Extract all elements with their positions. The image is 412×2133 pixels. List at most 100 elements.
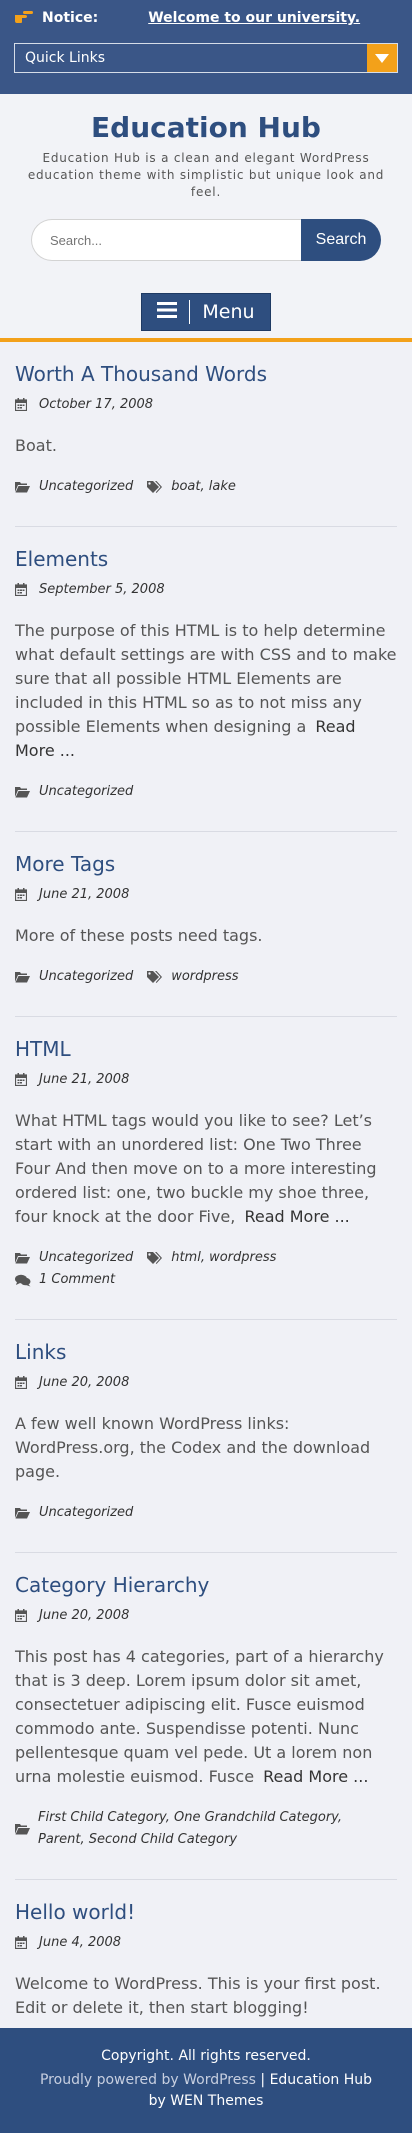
- post-date: June 4, 2008: [15, 1935, 397, 1950]
- comments-icon: [15, 1273, 31, 1287]
- site-footer: Copyright. All rights reserved. Proudly …: [0, 2028, 412, 2133]
- post-entry: Elements September 5, 2008 The purpose o…: [15, 527, 397, 832]
- footer-separator: |: [255, 2072, 270, 2088]
- calendar-icon: [15, 1376, 31, 1390]
- post-excerpt: What HTML tags would you like to see? Le…: [15, 1109, 397, 1229]
- folder-open-icon: [15, 970, 31, 984]
- calendar-icon: [15, 888, 31, 902]
- folder-open-icon: [15, 1822, 30, 1836]
- post-categories: Uncategorized: [15, 781, 133, 803]
- post-meta: Uncategorized boat, lake: [15, 476, 397, 498]
- post-entry: Links June 20, 2008 A few well known Wor…: [15, 1320, 397, 1553]
- post-entry: More Tags June 21, 2008 More of these po…: [15, 832, 397, 1017]
- post-date-link[interactable]: June 21, 2008: [39, 887, 129, 902]
- post-categories: Uncategorized: [15, 966, 133, 988]
- copyright-text: Copyright. All rights reserved.: [101, 2048, 311, 2064]
- notice-label: Notice:: [42, 10, 99, 26]
- post-meta: First Child Category, One Grandchild Cat…: [15, 1807, 397, 1851]
- post-excerpt-text: More of these posts need tags.: [15, 926, 263, 945]
- category-links[interactable]: Uncategorized: [39, 1247, 133, 1269]
- post-date: October 17, 2008: [15, 397, 397, 412]
- post-entry: HTML June 21, 2008 What HTML tags would …: [15, 1017, 397, 1320]
- powered-by: Proudly powered by WordPress | Education…: [0, 2070, 412, 2112]
- post-tags: boat, lake: [147, 476, 236, 498]
- post-meta: Uncategorized html, wordpress 1 Comment: [15, 1247, 397, 1291]
- search-input[interactable]: [31, 219, 301, 261]
- post-date-link[interactable]: June 20, 2008: [39, 1375, 129, 1390]
- post-categories: Uncategorized: [15, 476, 133, 498]
- post-entry: Category Hierarchy June 20, 2008 This po…: [15, 1553, 397, 1880]
- post-date-link[interactable]: June 21, 2008: [39, 1072, 129, 1087]
- post-title[interactable]: Category Hierarchy: [15, 1553, 397, 1599]
- powered-by-wordpress-link[interactable]: Proudly powered by WordPress: [40, 2072, 256, 2088]
- tags-icon: [147, 970, 163, 984]
- tag-links[interactable]: boat, lake: [171, 476, 236, 498]
- post-tags: wordpress: [147, 966, 239, 988]
- hamburger-icon: [157, 301, 178, 323]
- post-title[interactable]: Elements: [15, 527, 397, 573]
- post-excerpt-text: Boat.: [15, 436, 57, 455]
- post-date-link[interactable]: June 20, 2008: [39, 1608, 129, 1623]
- search-button[interactable]: Search: [301, 219, 381, 261]
- folder-open-icon: [15, 785, 31, 799]
- post-title[interactable]: Worth A Thousand Words: [15, 342, 397, 388]
- tags-icon: [147, 1251, 163, 1265]
- post-title[interactable]: Hello world!: [15, 1880, 397, 1926]
- calendar-icon: [15, 398, 31, 412]
- folder-open-icon: [15, 480, 31, 494]
- post-title[interactable]: HTML: [15, 1017, 397, 1063]
- post-excerpt: Welcome to WordPress. This is your first…: [15, 1972, 397, 2020]
- read-more-link[interactable]: Read More ...: [244, 1207, 349, 1226]
- post-excerpt: More of these posts need tags.: [15, 924, 397, 948]
- post-comments: 1 Comment: [15, 1269, 115, 1291]
- category-links[interactable]: Uncategorized: [39, 966, 133, 988]
- calendar-icon: [15, 1609, 31, 1623]
- post-meta: Uncategorized: [15, 1502, 397, 1524]
- tag-links[interactable]: html, wordpress: [171, 1247, 276, 1269]
- post-date-link[interactable]: June 4, 2008: [39, 1935, 121, 1950]
- site-title[interactable]: Education Hub: [0, 110, 412, 146]
- category-links[interactable]: First Child Category, One Grandchild Cat…: [38, 1807, 383, 1851]
- post-title[interactable]: Links: [15, 1320, 397, 1366]
- tag-links[interactable]: wordpress: [171, 966, 238, 988]
- quick-links-label: Quick Links: [25, 50, 106, 66]
- post-title[interactable]: More Tags: [15, 832, 397, 878]
- post-excerpt-text: A few well known WordPress links: WordPr…: [15, 1414, 371, 1481]
- post-categories: Uncategorized: [15, 1502, 133, 1524]
- post-categories: First Child Category, One Grandchild Cat…: [15, 1807, 383, 1851]
- notice-row: Notice: Welcome to our university.: [14, 8, 398, 28]
- post-categories: Uncategorized: [15, 1247, 133, 1269]
- post-date: September 5, 2008: [15, 582, 397, 597]
- pointing-hand-icon: [14, 10, 36, 26]
- notice-link[interactable]: Welcome to our university.: [148, 10, 360, 26]
- category-links[interactable]: Uncategorized: [39, 1502, 133, 1524]
- caret-down-icon[interactable]: [367, 44, 397, 72]
- post-excerpt-text: Welcome to WordPress. This is your first…: [15, 1974, 381, 2017]
- comments-link[interactable]: 1 Comment: [39, 1269, 115, 1291]
- calendar-icon: [15, 1936, 31, 1950]
- post-entry: Worth A Thousand Words October 17, 2008 …: [15, 342, 397, 527]
- top-notice-bar: Notice: Welcome to our university. Quick…: [0, 0, 412, 94]
- menu-divider: [189, 300, 191, 324]
- folder-open-icon: [15, 1506, 31, 1520]
- post-meta: Uncategorized wordpress: [15, 966, 397, 988]
- post-tags: html, wordpress: [147, 1247, 276, 1269]
- folder-open-icon: [15, 1251, 31, 1265]
- post-date: June 21, 2008: [15, 1072, 397, 1087]
- post-date-link[interactable]: September 5, 2008: [39, 582, 165, 597]
- category-links[interactable]: Uncategorized: [39, 476, 133, 498]
- read-more-link[interactable]: Read More ...: [263, 1767, 368, 1786]
- menu-toggle-button[interactable]: Menu: [141, 293, 271, 331]
- post-list: Worth A Thousand Words October 17, 2008 …: [0, 342, 412, 2089]
- category-links[interactable]: Uncategorized: [39, 781, 133, 803]
- post-date-link[interactable]: October 17, 2008: [39, 397, 153, 412]
- site-description: Education Hub is a clean and elegant Wor…: [27, 151, 385, 199]
- post-excerpt: Boat.: [15, 434, 397, 458]
- post-date: June 20, 2008: [15, 1375, 397, 1390]
- tags-icon: [147, 480, 163, 494]
- post-excerpt-text: This post has 4 categories, part of a hi…: [15, 1647, 384, 1786]
- post-date: June 21, 2008: [15, 887, 397, 902]
- calendar-icon: [15, 1073, 31, 1087]
- quick-links-select[interactable]: Quick Links: [14, 43, 398, 73]
- post-date: June 20, 2008: [15, 1608, 397, 1623]
